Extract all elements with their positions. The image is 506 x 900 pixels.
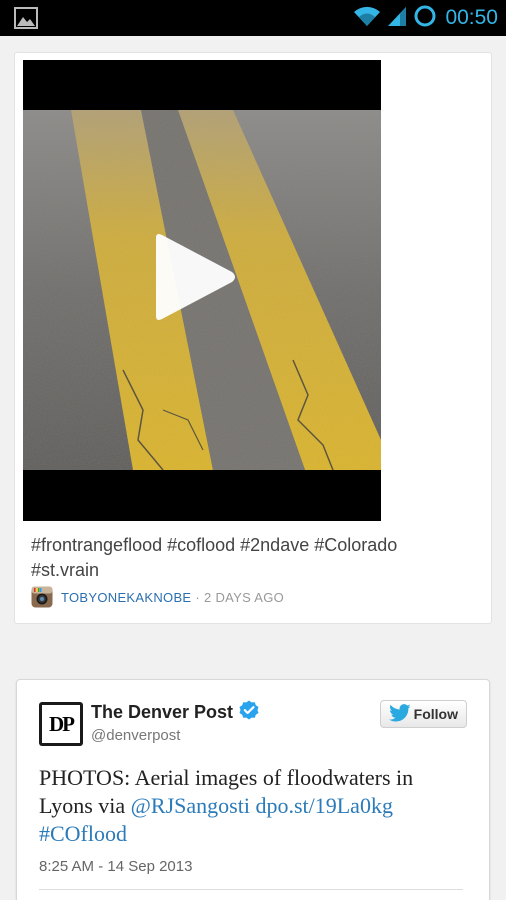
instagram-icon bbox=[31, 586, 53, 608]
post-meta: TOBYONEKAKNOBE · 2 DAYS AGO bbox=[31, 585, 284, 609]
time-ago: 2 DAYS AGO bbox=[204, 589, 285, 605]
meta-separator: · bbox=[195, 589, 201, 605]
mention-link[interactable]: @RJSangosti bbox=[131, 793, 250, 818]
image-notification-icon bbox=[14, 7, 38, 29]
tweet-card[interactable]: DP The Denver Post @denverpost Follow PH… bbox=[16, 679, 490, 900]
sync-circle-icon bbox=[413, 4, 437, 33]
clock: 00:50 bbox=[445, 6, 498, 29]
account-handle[interactable]: @denverpost bbox=[91, 727, 180, 744]
feed[interactable]: #frontrangeflood #coflood #2ndave #Color… bbox=[0, 36, 506, 900]
divider bbox=[39, 889, 463, 890]
account-name-text: The Denver Post bbox=[91, 702, 234, 722]
tweet-timestamp[interactable]: 8:25 AM - 14 Sep 2013 bbox=[39, 858, 192, 875]
follow-label: Follow bbox=[413, 706, 458, 722]
url-link[interactable]: dpo.st/19La0kg bbox=[255, 793, 393, 818]
instagram-post-card[interactable]: #frontrangeflood #coflood #2ndave #Color… bbox=[14, 52, 492, 624]
signal-icon bbox=[387, 5, 407, 32]
wifi-icon bbox=[353, 5, 381, 32]
post-caption: #frontrangeflood #coflood #2ndave #Color… bbox=[31, 533, 471, 583]
hashtag-link[interactable]: #COflood bbox=[39, 821, 127, 846]
caption-line-2: #st.vrain bbox=[31, 560, 100, 580]
play-icon[interactable] bbox=[148, 232, 238, 322]
denver-post-logo[interactable]: DP bbox=[39, 702, 83, 746]
video-player[interactable] bbox=[23, 60, 381, 521]
status-icons: 00:50 bbox=[353, 4, 498, 32]
caption-line-1: #frontrangeflood #coflood #2ndave #Color… bbox=[31, 535, 398, 555]
twitter-bird-icon bbox=[388, 703, 411, 725]
tweet-text: PHOTOS: Aerial images of floodwaters in … bbox=[39, 764, 469, 848]
logo-text: DP bbox=[42, 705, 80, 743]
account-name[interactable]: The Denver Post bbox=[91, 700, 259, 725]
verified-badge-icon bbox=[239, 700, 259, 725]
follow-button[interactable]: Follow bbox=[379, 700, 467, 728]
author-link[interactable]: TOBYONEKAKNOBE bbox=[61, 590, 191, 605]
status-bar: 00:50 bbox=[0, 0, 506, 36]
